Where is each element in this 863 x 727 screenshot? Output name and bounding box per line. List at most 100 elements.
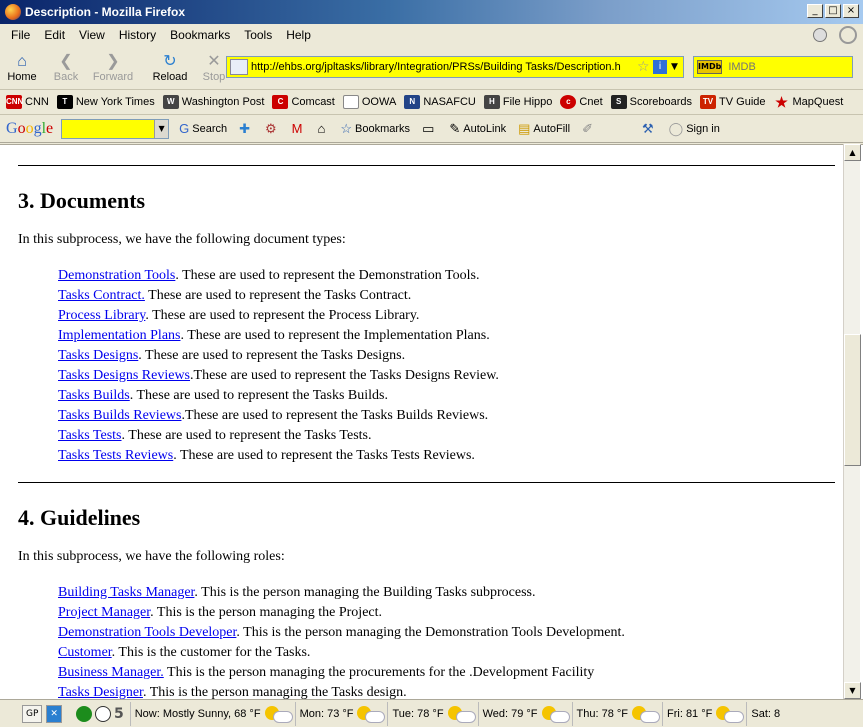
gp-button[interactable]: GP [22, 704, 43, 723]
document-link[interactable]: Tasks Contract. [58, 288, 145, 303]
document-link[interactable]: Tasks Builds [58, 388, 130, 403]
weather-mon[interactable]: Mon: 73 °F [294, 701, 388, 726]
search-input[interactable] [722, 61, 863, 73]
bookmark-star-icon[interactable]: ☆ [637, 59, 653, 75]
google-plus-button[interactable]: ✚ [239, 121, 253, 137]
weather-tue[interactable]: Tue: 78 °F [387, 701, 477, 726]
site-identity-icon[interactable] [230, 59, 248, 75]
document-link[interactable]: Tasks Designs [58, 348, 138, 363]
autofill-button[interactable]: ▤ AutoFill [518, 121, 570, 137]
back-button[interactable]: ❮ Back [44, 48, 88, 88]
scroll-down-button[interactable]: ▼ [844, 682, 861, 699]
google-search-button[interactable]: G Search [179, 121, 227, 136]
url-bar[interactable]: http://ehbs.org/jpltasks/library/Integra… [226, 56, 684, 78]
bookmark-mapquest[interactable]: ★ MapQuest [774, 95, 844, 109]
document-link[interactable]: Tasks Tests Reviews [58, 448, 173, 463]
google-search-input[interactable]: ▼ [61, 118, 170, 139]
url-dropdown-icon[interactable]: ▼ [671, 62, 683, 72]
window-title: Description - Mozilla Firefox [25, 5, 186, 19]
role-link[interactable]: Demonstration Tools Developer [58, 625, 236, 640]
close-button[interactable]: × [843, 4, 859, 18]
document-link[interactable]: Tasks Designs Reviews [58, 368, 190, 383]
stop-icon: ✕ [207, 52, 221, 70]
google-bookmarks-button[interactable]: ☆ Bookmarks [340, 121, 410, 137]
document-link[interactable]: Tasks Tests [58, 428, 122, 443]
window-controls: _ □ × [807, 4, 859, 18]
menu-edit[interactable]: Edit [37, 28, 72, 42]
bookmark-wapo[interactable]: W Washington Post [162, 95, 264, 109]
reload-button[interactable]: ↻ Reload [148, 48, 192, 88]
bookmark-tvguide[interactable]: TV TV Guide [700, 95, 766, 109]
info-icon[interactable]: i [653, 60, 667, 74]
green-status-icon[interactable] [75, 705, 92, 722]
list-item: Tasks Designs Reviews.These are used to … [58, 366, 835, 386]
menu-bookmarks[interactable]: Bookmarks [163, 28, 237, 42]
google-settings-button[interactable]: ⚒ [642, 121, 657, 137]
bookmark-label: TV Guide [719, 96, 766, 108]
list-item: Tasks Designs. These are used to represe… [58, 346, 835, 366]
google-home-button[interactable]: ⌂ [318, 121, 329, 136]
back-arrow-icon: ❮ [59, 52, 73, 70]
menu-history[interactable]: History [112, 28, 163, 42]
bookmark-label: MapQuest [792, 96, 844, 108]
document-description: . These are used to represent the Proces… [145, 308, 420, 323]
addon-status-icon[interactable] [813, 28, 827, 42]
bookmark-nyt[interactable]: T New York Times [56, 95, 155, 109]
google-logo[interactable]: Google [6, 120, 53, 138]
weather-fri[interactable]: Fri: 81 °F [662, 701, 746, 726]
gmail-button[interactable]: M [292, 121, 306, 136]
google-bookmarks-label: Bookmarks [355, 122, 411, 135]
clock-icon[interactable] [94, 705, 111, 722]
bookmark-oowa[interactable]: OOWA [342, 95, 396, 109]
reload-icon: ↻ [163, 52, 177, 70]
partly-sunny-icon [447, 705, 476, 723]
role-link[interactable]: Business Manager. [58, 665, 164, 680]
google-pencil-button[interactable]: ✐ [582, 121, 596, 137]
google-search-dropdown-icon[interactable]: ▼ [154, 119, 169, 138]
weather-text: Tue: 78 °F [392, 707, 444, 720]
maximize-button[interactable]: □ [825, 4, 841, 18]
home-button[interactable]: ⌂ Home [0, 48, 44, 88]
autolink-button[interactable]: ✎ AutoLink [449, 121, 506, 137]
scroll-thumb[interactable] [844, 334, 861, 466]
search-bar[interactable]: IMDb ⌕ [693, 56, 863, 78]
forward-button[interactable]: ❯ Forward [88, 48, 138, 88]
bookmark-filehippo[interactable]: H File Hippo [483, 95, 552, 109]
weather-thu[interactable]: Thu: 78 °F [571, 701, 662, 726]
pencil-icon: ✐ [582, 120, 593, 136]
list-item: Demonstration Tools Developer. This is t… [58, 623, 835, 643]
vertical-scrollbar[interactable]: ▲ ▼ [843, 144, 861, 699]
bookmark-cnn[interactable]: CNN CNN [6, 95, 49, 109]
search-engine-icon[interactable]: IMDb [697, 60, 723, 74]
weather-sat[interactable]: Sat: 8 [746, 701, 784, 726]
google-share-button[interactable]: ⚙ [265, 121, 280, 137]
weather-wed[interactable]: Wed: 79 °F [477, 701, 572, 726]
bookmark-scoreboards[interactable]: S Scoreboards [610, 95, 692, 109]
google-signin-button[interactable]: ◯ Sign in [669, 121, 720, 137]
weather-now[interactable]: Now: Mostly Sunny, 68 °F [129, 701, 295, 726]
role-link[interactable]: Project Manager [58, 605, 150, 620]
bookmark-cnet[interactable]: c Cnet [560, 95, 603, 109]
bookmark-comcast[interactable]: C Comcast [272, 95, 335, 109]
menu-view[interactable]: View [72, 28, 112, 42]
google-field-button[interactable]: ▭ [422, 121, 437, 137]
document-link[interactable]: Process Library [58, 308, 145, 323]
menu-file[interactable]: File [4, 28, 37, 42]
menu-tools[interactable]: Tools [237, 28, 279, 42]
role-link[interactable]: Tasks Designer [58, 685, 143, 699]
scroll-up-button[interactable]: ▲ [844, 144, 861, 161]
wrench-icon: ⚒ [641, 120, 654, 136]
url-text[interactable]: http://ehbs.org/jpltasks/library/Integra… [251, 61, 637, 73]
list-item: Tasks Builds. These are used to represen… [58, 386, 835, 406]
minimize-button[interactable]: _ [807, 4, 823, 18]
document-link[interactable]: Implementation Plans [58, 328, 180, 343]
list-item: Customer. This is the customer for the T… [58, 643, 835, 663]
role-link[interactable]: Building Tasks Manager [58, 585, 194, 600]
bookmark-nasafcu[interactable]: N NASAFCU [404, 95, 476, 109]
role-link[interactable]: Customer [58, 645, 112, 660]
document-link[interactable]: Tasks Builds Reviews [58, 408, 181, 423]
document-link[interactable]: Demonstration Tools [58, 268, 175, 283]
addon-x-icon[interactable]: ✕ [46, 704, 62, 723]
menu-help[interactable]: Help [279, 28, 318, 42]
section-divider [18, 165, 835, 166]
